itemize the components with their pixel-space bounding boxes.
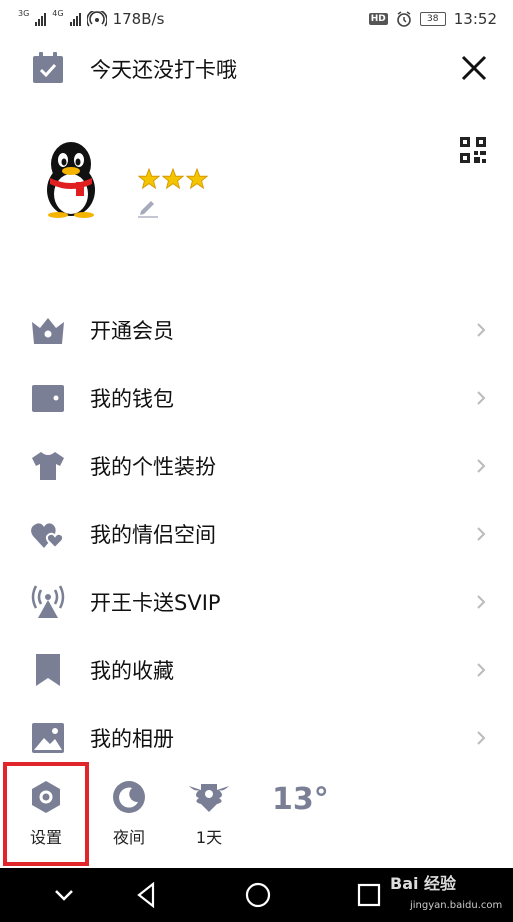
star-icon (162, 168, 184, 190)
watermark-url: jingyan.baidu.com (410, 900, 503, 911)
chevron-down-icon[interactable] (50, 881, 78, 909)
chevron-right-icon (477, 391, 486, 405)
chevron-right-icon (477, 323, 486, 337)
clock: 13:52 (453, 10, 497, 28)
menu-item-label: 我的相册 (90, 727, 174, 751)
watermark-brand: Bai 经验 (390, 874, 457, 893)
menu-item-label: 开通会员 (90, 319, 174, 343)
menu-item-theme[interactable]: 我的个性装扮 (0, 432, 513, 500)
hearts-icon (31, 523, 65, 550)
battery-icon: 38 (419, 12, 446, 26)
star-icon (186, 168, 208, 190)
edit-pencil-icon[interactable] (137, 196, 159, 218)
menu-item-label: 我的情侣空间 (90, 523, 216, 547)
bookmark-icon (36, 654, 60, 686)
hotspot-icon (86, 11, 107, 27)
status-left: 3G 4G 178B/s (18, 9, 165, 29)
chevron-right-icon (477, 459, 486, 473)
alarm-icon (396, 11, 411, 27)
drawer-header: 今天还没打卡哦 (0, 44, 513, 94)
menu-item-vip[interactable]: 开通会员 (0, 296, 513, 364)
tshirt-icon (32, 452, 64, 480)
night-label: 夜间 (112, 828, 145, 847)
recents-square-icon[interactable] (355, 881, 383, 909)
status-right: HD 38 13:52 (368, 10, 497, 28)
avatar[interactable] (38, 138, 104, 218)
menu-item-wallet[interactable]: 我的钱包 (0, 364, 513, 432)
checkin-days-button[interactable]: 1天 (185, 780, 233, 848)
signal-icon (35, 12, 47, 26)
network-type-1: 3G (18, 9, 30, 18)
checkin-prompt[interactable]: 今天还没打卡哦 (90, 54, 237, 84)
weather-temperature[interactable]: 13° (272, 782, 329, 817)
qr-code-icon[interactable] (460, 137, 486, 163)
network-speed: 178B/s (112, 10, 165, 28)
menu-item-couple[interactable]: 我的情侣空间 (0, 500, 513, 568)
highlight-box (3, 762, 89, 866)
status-bar: 3G 4G 178B/s HD 38 13:52 (0, 0, 513, 40)
drawer-menu: 开通会员 我的钱包 我的个性装扮 我的情侣空间 开王卡送SVIP 我的收藏 我的… (0, 296, 513, 772)
broadcast-tower-icon (31, 585, 65, 618)
calendar-check-icon[interactable] (32, 52, 64, 84)
crown-basket-icon (32, 318, 64, 344)
menu-item-label: 开王卡送SVIP (90, 591, 221, 615)
wallet-icon (32, 385, 64, 412)
chevron-right-icon (477, 663, 486, 677)
home-circle-icon[interactable] (244, 881, 272, 909)
signal-icon-2 (69, 12, 81, 26)
menu-item-label: 我的钱包 (90, 387, 174, 411)
night-mode-button[interactable]: 夜间 (105, 780, 153, 848)
menu-item-label: 我的个性装扮 (90, 455, 216, 479)
menu-item-favorites[interactable]: 我的收藏 (0, 636, 513, 704)
level-stars (138, 168, 208, 190)
close-icon[interactable] (458, 52, 490, 84)
chevron-right-icon (477, 527, 486, 541)
menu-item-kingcard[interactable]: 开王卡送SVIP (0, 568, 513, 636)
moon-icon (113, 781, 145, 813)
winged-badge-icon (189, 784, 229, 812)
chevron-right-icon (477, 731, 486, 745)
chevron-right-icon (477, 595, 486, 609)
photo-icon (32, 723, 64, 753)
network-type-2: 4G (52, 9, 64, 18)
days-label: 1天 (195, 828, 223, 847)
back-triangle-icon[interactable] (133, 881, 161, 909)
star-icon (138, 168, 160, 190)
hd-badge: HD (368, 13, 388, 25)
menu-item-label: 我的收藏 (90, 659, 174, 683)
